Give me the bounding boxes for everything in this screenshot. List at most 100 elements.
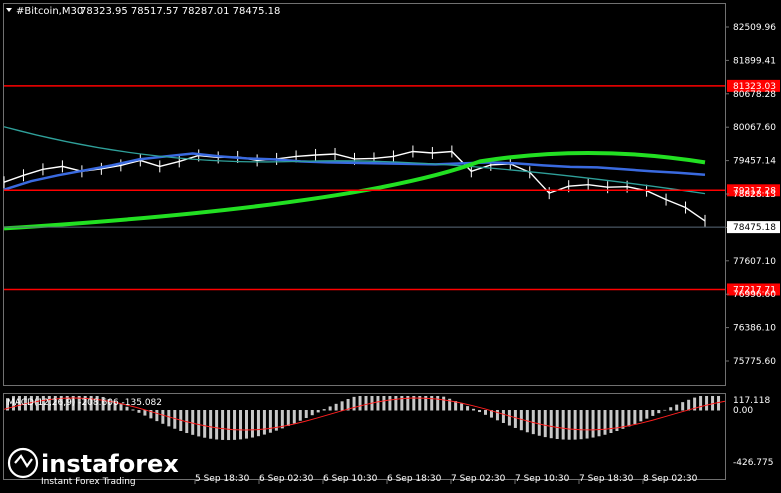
- macd-bar: [442, 396, 446, 411]
- macd-bar: [155, 410, 159, 422]
- macd-bar: [561, 410, 565, 440]
- current-price-label: 78475.18: [733, 223, 776, 233]
- macd-bar: [675, 404, 679, 411]
- macd-bar: [298, 410, 302, 421]
- price-label: 78828.13: [733, 190, 776, 200]
- macd-axis-label: -426.775: [733, 458, 773, 468]
- macd-bar: [591, 410, 595, 438]
- macd-bar: [322, 409, 326, 411]
- macd-bar: [131, 409, 135, 411]
- macd-bar: [310, 410, 314, 416]
- macd-bar: [173, 410, 177, 429]
- macd-bar: [609, 410, 613, 433]
- macd-bar: [621, 410, 625, 429]
- time-label: 7 Sep 10:30: [515, 474, 570, 484]
- macd-bar: [460, 403, 464, 411]
- price-label: 76386.10: [733, 324, 776, 334]
- macd-bar: [651, 410, 655, 416]
- price-label: 80067.60: [733, 123, 776, 133]
- macd-bar: [567, 410, 571, 440]
- macd-bar: [555, 410, 559, 440]
- macd-bar: [262, 410, 266, 435]
- macd-bar: [436, 396, 440, 411]
- macd-bar: [466, 406, 470, 411]
- macd-bar: [699, 396, 703, 411]
- price-label: 75775.60: [733, 357, 776, 367]
- macd-bar: [639, 410, 643, 422]
- symbol-label: #Bitcoin,M30: [16, 6, 83, 17]
- macd-bar: [513, 410, 517, 428]
- macd-bar: [167, 410, 171, 427]
- logo-tagline: Instant Forex Trading: [41, 477, 136, 487]
- macd-bar: [143, 410, 147, 416]
- macd-bar: [245, 410, 248, 439]
- macd-bar: [388, 396, 392, 411]
- macd-bar: [364, 396, 368, 411]
- ohlc-values: 78323.95 78517.57 78287.01 78475.18: [80, 6, 280, 17]
- macd-bar: [292, 410, 296, 424]
- macd-bar: [663, 409, 667, 411]
- macd-bar: [334, 403, 338, 411]
- macd-bar: [478, 410, 482, 413]
- time-label: 6 Sep 02:30: [259, 474, 314, 484]
- macd-axis: 117.1180.00 -426.775: [733, 396, 773, 468]
- macd-bar: [280, 410, 284, 429]
- macd-bar: [549, 410, 553, 439]
- macd-bar: [221, 410, 225, 440]
- macd-bar: [573, 410, 577, 440]
- price-label: 80678.28: [733, 90, 776, 100]
- price-label: 76996.60: [733, 290, 776, 300]
- macd-bar: [382, 396, 386, 411]
- macd-bar: [304, 410, 308, 418]
- macd-bar: [215, 410, 219, 440]
- macd-bar: [256, 410, 260, 437]
- macd-bar: [597, 410, 601, 437]
- time-label: 6 Sep 18:30: [387, 474, 442, 484]
- macd-bar: [268, 410, 272, 433]
- macd-bar: [603, 410, 607, 435]
- macd-bar: [376, 396, 380, 411]
- macd-bar: [227, 410, 231, 441]
- logo-chart-icon: [14, 454, 33, 469]
- macd-bar: [657, 410, 661, 414]
- macd-bar: [543, 410, 547, 438]
- chart-canvas[interactable]: 81323.0379217.2877217.71 82509.9681899.4…: [0, 0, 781, 489]
- macd-axis-label: 117.118: [733, 396, 770, 406]
- macd-bar: [579, 410, 583, 440]
- macd-axis-label: 0.00: [733, 406, 753, 416]
- macd-bar: [537, 410, 541, 436]
- macd-bar: [501, 410, 505, 423]
- price-label: 79457.14: [733, 157, 776, 167]
- macd-bar: [681, 402, 685, 411]
- time-label: 7 Sep 18:30: [579, 474, 634, 484]
- macd-bar: [633, 410, 637, 424]
- macd-bar: [669, 407, 673, 411]
- macd-bar: [394, 396, 398, 411]
- time-label: 8 Sep 02:30: [643, 474, 698, 484]
- instaforex-logo: instaforex Instant Forex Trading: [5, 444, 180, 489]
- trading-chart[interactable]: 81323.03 79217.28 77217.71 82509.96 81899.4…: [0, 0, 781, 489]
- macd-bar: [197, 410, 201, 437]
- macd-bar: [161, 410, 165, 424]
- macd-bar: [484, 410, 487, 415]
- time-label: 7 Sep 02:30: [451, 474, 506, 484]
- macd-bar: [472, 408, 476, 411]
- price-label: 82509.96: [733, 23, 776, 33]
- price-axis: 82509.96 81899.41 80678.28 80067.60 79457.14…: [4, 23, 780, 367]
- moving-averages: [3, 126, 706, 231]
- macd-label: MACD(12,26,9) -208.606 -135.082: [7, 398, 162, 408]
- macd-bar: [286, 410, 290, 426]
- macd-bar: [358, 396, 362, 411]
- time-label: 6 Sep 10:30: [323, 474, 378, 484]
- macd-bar: [705, 396, 709, 411]
- macd-bar: [316, 410, 320, 413]
- price-label: 81899.41: [733, 56, 776, 66]
- time-label: 5 Sep 18:30: [195, 474, 250, 484]
- macd-bar: [328, 406, 332, 411]
- dropdown-triangle-icon[interactable]: [6, 8, 12, 12]
- main-pane-border: [3, 3, 726, 386]
- macd-bar: [203, 410, 207, 438]
- macd-bar: [495, 410, 499, 421]
- macd-bar: [209, 410, 213, 439]
- price-series: [3, 145, 706, 227]
